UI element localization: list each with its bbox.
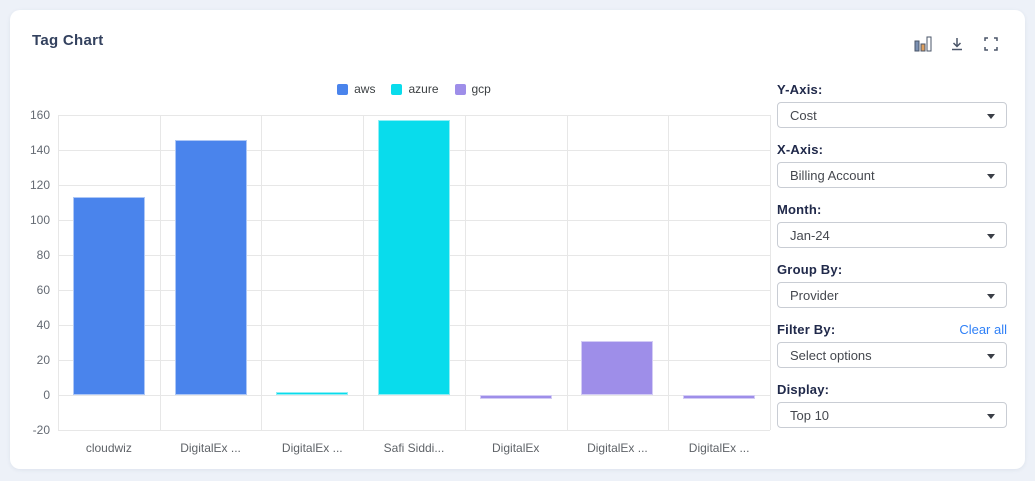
y-tick-label: -20 — [10, 423, 50, 437]
y-tick-label: 20 — [10, 353, 50, 367]
bar-aws-0[interactable] — [73, 197, 145, 395]
chart-container: awsazuregcp 160140120100806040200-20clou… — [58, 70, 770, 460]
x-axis-label: DigitalEx ... — [160, 441, 262, 455]
group-by-select[interactable]: Provider — [777, 282, 1007, 308]
bar-gcp-4[interactable] — [480, 395, 552, 399]
legend-swatch — [391, 84, 402, 95]
y-axis-select[interactable]: Cost — [777, 102, 1007, 128]
chevron-down-icon — [987, 354, 995, 359]
control-group-y-axis: Y-Axis: Cost — [777, 82, 1007, 128]
filter-by-select[interactable]: Select options — [777, 342, 1007, 368]
chevron-down-icon — [987, 294, 995, 299]
bar-chart-icon — [914, 36, 932, 52]
chevron-down-icon — [987, 414, 995, 419]
page-title: Tag Chart — [32, 32, 104, 49]
control-group-month: Month: Jan-24 — [777, 202, 1007, 248]
chart-legend: aws azure gcp — [58, 82, 770, 96]
gridline — [770, 115, 771, 430]
chevron-down-icon — [987, 174, 995, 179]
filter-by-value: Select options — [778, 348, 872, 363]
chart-controls-panel: Y-Axis: Cost X-Axis: Billing Account Mon… — [777, 82, 1007, 442]
legend-swatch — [337, 84, 348, 95]
y-tick-label: 100 — [10, 213, 50, 227]
display-value: Top 10 — [778, 408, 829, 423]
x-axis-label: X-Axis: — [777, 142, 823, 157]
y-tick-label: 40 — [10, 318, 50, 332]
gridline — [58, 430, 770, 431]
y-axis-label: Y-Axis: — [777, 82, 822, 97]
gridline — [160, 115, 161, 430]
bar-azure-3[interactable] — [378, 120, 450, 395]
control-group-group-by: Group By: Provider — [777, 262, 1007, 308]
gridline — [363, 115, 364, 430]
download-icon — [949, 36, 965, 52]
x-axis-value: Billing Account — [778, 168, 875, 183]
x-axis-label: DigitalEx ... — [668, 441, 770, 455]
gridline — [567, 115, 568, 430]
download-button[interactable] — [947, 34, 967, 54]
y-tick-label: 60 — [10, 283, 50, 297]
bar-gcp-6[interactable] — [683, 395, 755, 399]
control-group-filter-by: Filter By: Clear all Select options — [777, 322, 1007, 368]
bar-gcp-5[interactable] — [581, 341, 653, 395]
clear-all-link[interactable]: Clear all — [959, 322, 1007, 337]
legend-item-azure[interactable]: azure — [391, 82, 438, 96]
legend-item-aws[interactable]: aws — [337, 82, 375, 96]
fullscreen-button[interactable] — [981, 34, 1001, 54]
control-group-display: Display: Top 10 — [777, 382, 1007, 428]
y-tick-label: 140 — [10, 143, 50, 157]
display-label: Display: — [777, 382, 829, 397]
display-select[interactable]: Top 10 — [777, 402, 1007, 428]
tag-chart-card: Tag Chart aws azure gcp — [10, 10, 1025, 469]
y-tick-label: 0 — [10, 388, 50, 402]
filter-by-label: Filter By: — [777, 322, 835, 337]
month-label: Month: — [777, 202, 822, 217]
x-axis-label: cloudwiz — [58, 441, 160, 455]
gridline — [668, 115, 669, 430]
bar-azure-2[interactable] — [276, 392, 348, 396]
gridline — [58, 115, 770, 116]
legend-label: azure — [408, 82, 438, 96]
y-tick-label: 160 — [10, 108, 50, 122]
y-axis-value: Cost — [778, 108, 817, 123]
x-axis-label: Safi Siddi... — [363, 441, 465, 455]
y-tick-label: 120 — [10, 178, 50, 192]
legend-label: aws — [354, 82, 375, 96]
chevron-down-icon — [987, 234, 995, 239]
gridline — [261, 115, 262, 430]
x-axis-label: DigitalEx ... — [567, 441, 669, 455]
legend-label: gcp — [472, 82, 491, 96]
y-tick-label: 80 — [10, 248, 50, 262]
month-value: Jan-24 — [778, 228, 830, 243]
group-by-label: Group By: — [777, 262, 842, 277]
month-select[interactable]: Jan-24 — [777, 222, 1007, 248]
chart-type-button[interactable] — [913, 34, 933, 54]
chart-toolbar — [913, 34, 1001, 54]
gridline — [58, 115, 59, 430]
bar-aws-1[interactable] — [175, 140, 247, 396]
x-axis-label: DigitalEx — [465, 441, 567, 455]
gridline — [58, 395, 770, 396]
gridline — [465, 115, 466, 430]
chevron-down-icon — [987, 114, 995, 119]
legend-item-gcp[interactable]: gcp — [455, 82, 491, 96]
plot-area — [58, 115, 770, 430]
x-axis-label: DigitalEx ... — [261, 441, 363, 455]
legend-swatch — [455, 84, 466, 95]
fullscreen-icon — [983, 36, 999, 52]
control-group-x-axis: X-Axis: Billing Account — [777, 142, 1007, 188]
x-axis-select[interactable]: Billing Account — [777, 162, 1007, 188]
group-by-value: Provider — [778, 288, 838, 303]
